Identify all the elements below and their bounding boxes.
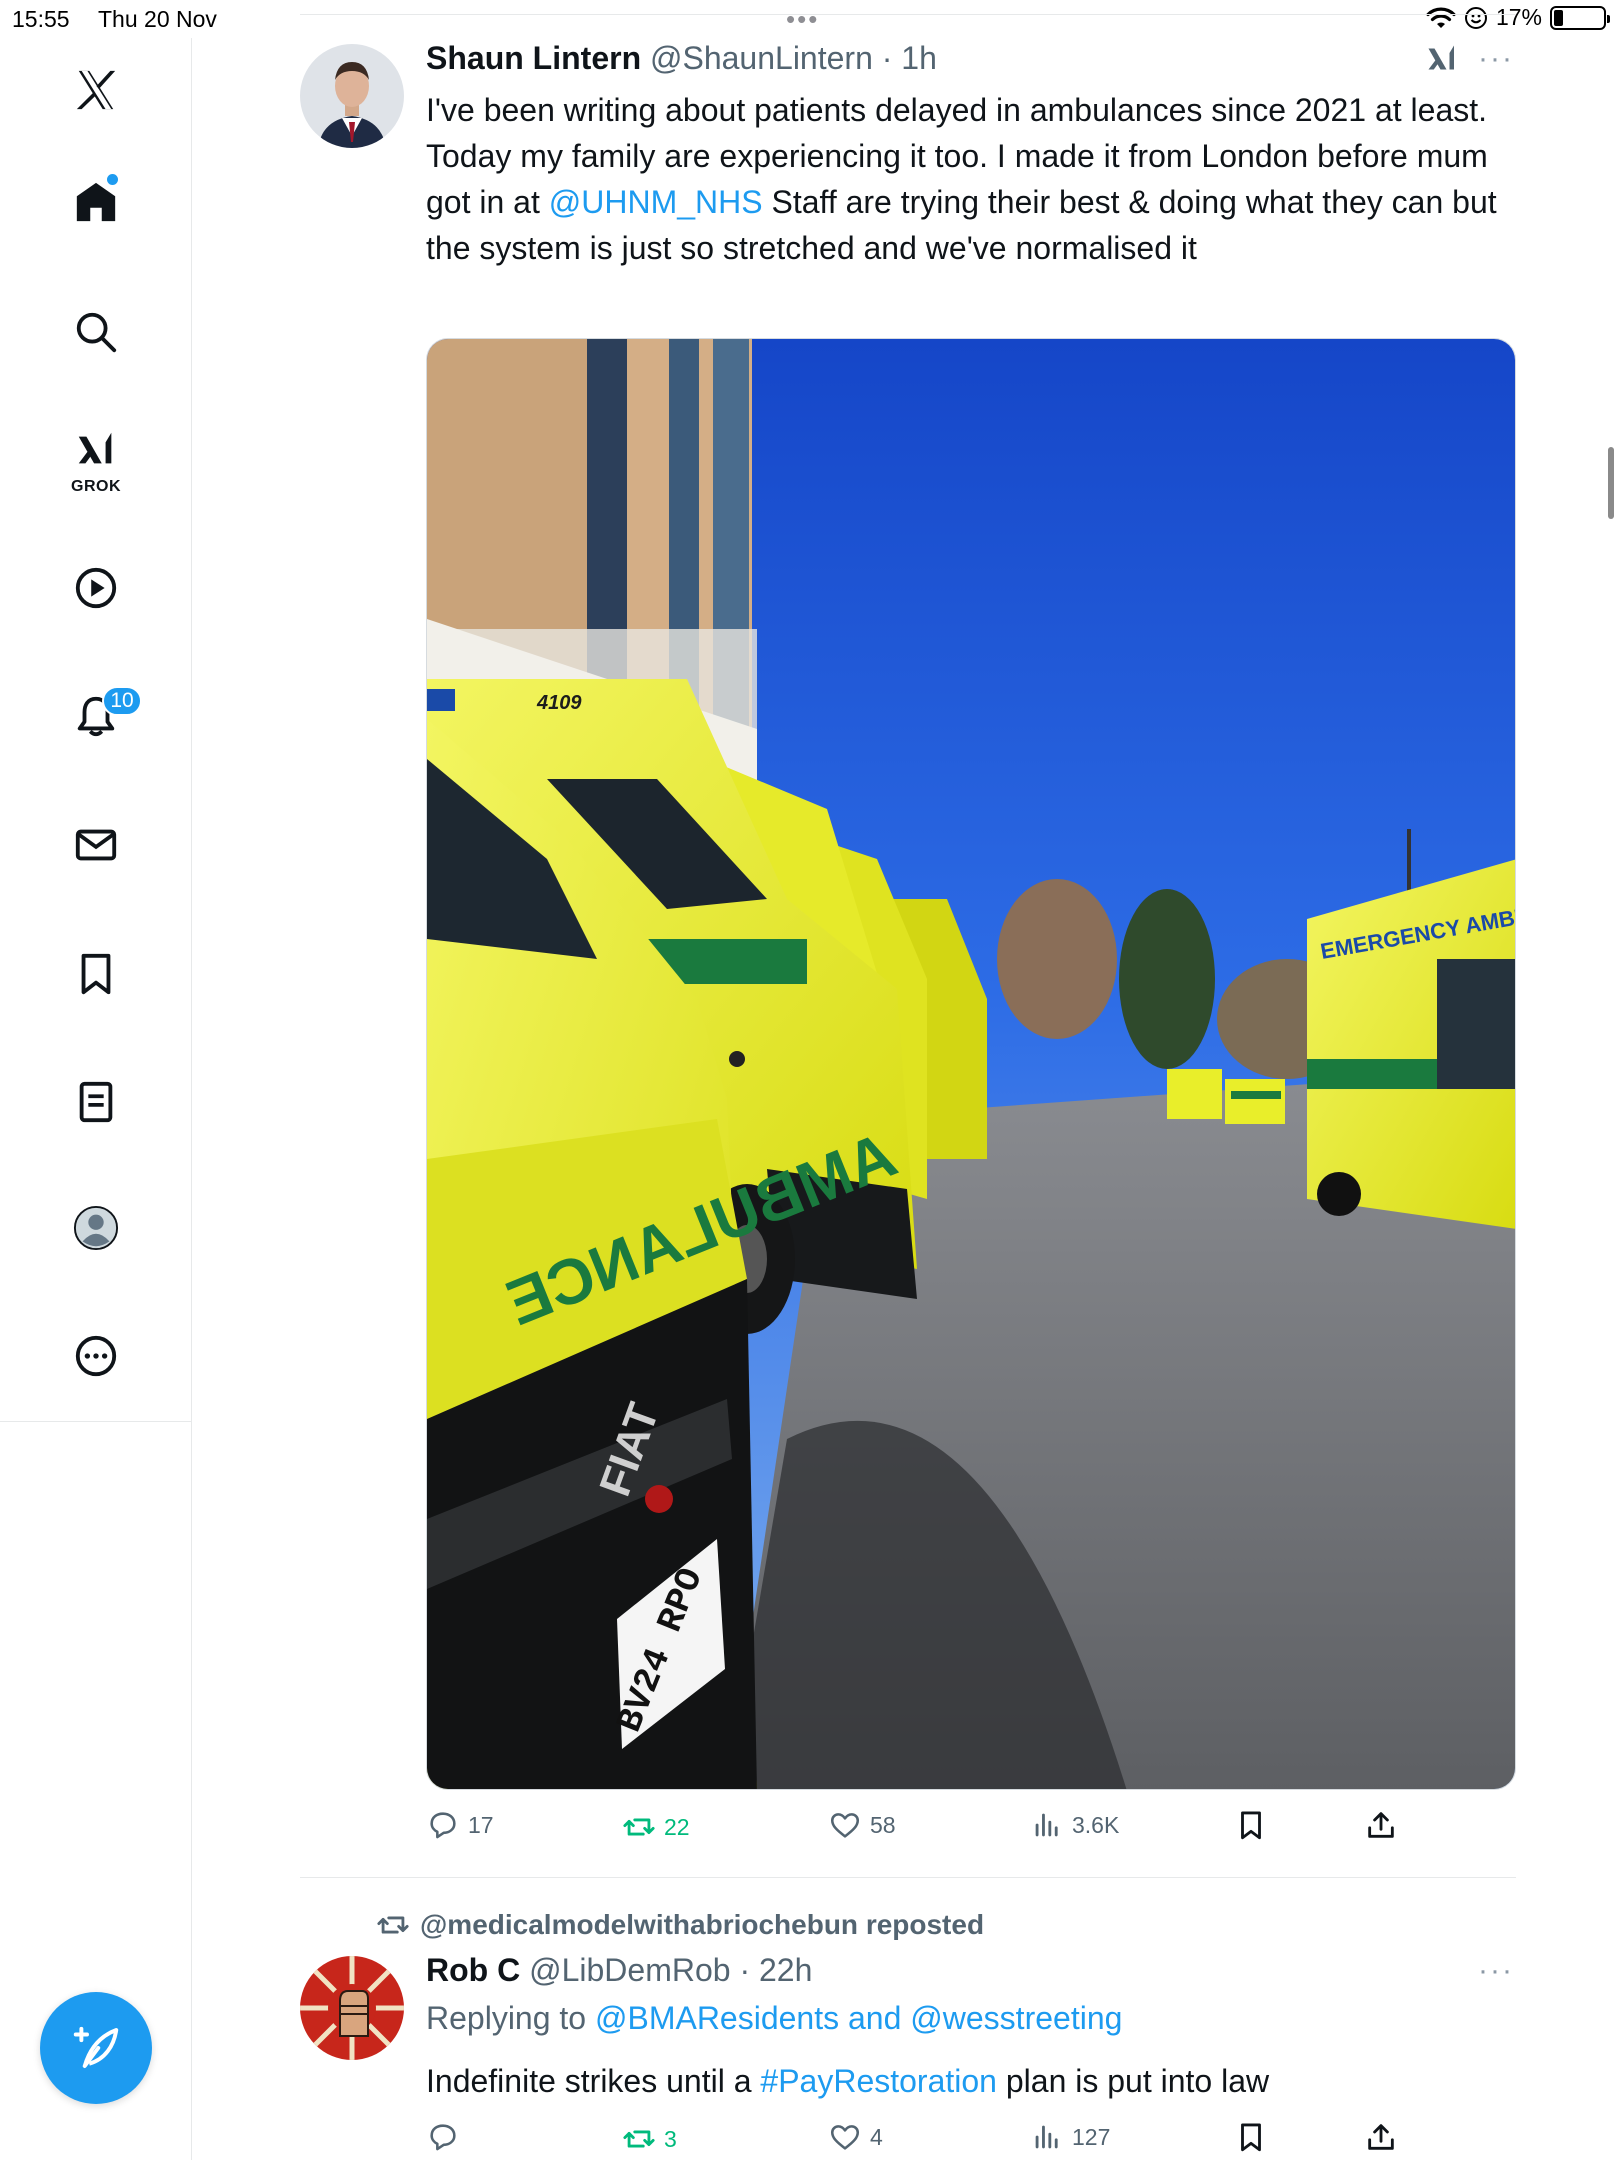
view-count: 3.6K — [1072, 1811, 1120, 1838]
more-options-icon[interactable] — [56, 1316, 136, 1396]
dot-separator: · — [730, 1952, 759, 1988]
repost-count: 22 — [664, 1813, 690, 1840]
tweet-text-part: Indefinite strikes until a — [426, 2063, 761, 2099]
tweet-time[interactable]: 1h — [901, 40, 937, 76]
tweet-actions: 3 4 127 — [426, 2120, 1516, 2160]
tweet-divider — [300, 1877, 1516, 1878]
author-name[interactable]: Shaun Lintern — [426, 40, 641, 76]
feather-plus-icon — [73, 2026, 119, 2068]
status-right: 17% — [1426, 4, 1610, 31]
reply-button[interactable]: 17 — [426, 1808, 494, 1842]
status-date: Thu 20 Nov — [98, 6, 217, 32]
status-bar: 15:55 Thu 20 Nov ••• 17% — [0, 0, 1620, 38]
battery-icon — [1550, 5, 1610, 30]
tweet-actions: 17 22 58 3.6K — [426, 1808, 1516, 1856]
feed-top-rule — [300, 14, 1516, 15]
bookmark-icon — [1241, 2123, 1261, 2152]
bookmark-button[interactable] — [1234, 2120, 1268, 2154]
tweet-time[interactable]: 22h — [759, 1952, 812, 1988]
status-time: 15:55 — [12, 6, 70, 32]
like-button[interactable]: 4 — [828, 2120, 883, 2154]
views-chart-icon — [1035, 1813, 1058, 1837]
lists-icon[interactable] — [56, 1062, 136, 1142]
replying-to-links[interactable]: @BMAResidents and @wesstreeting — [595, 2000, 1122, 2036]
reposted-by-label: @medicalmodelwithabriochebun reposted — [420, 1909, 985, 1940]
share-button[interactable] — [1364, 2120, 1398, 2154]
view-count: 127 — [1072, 2123, 1111, 2150]
heart-icon — [830, 1813, 860, 1838]
tweet-photo[interactable]: EMERGENCY AMBULANCE 4109 AMBULANCE FIAT … — [426, 338, 1516, 1790]
repost-context[interactable]: @medicalmodelwithabriochebun reposted — [376, 1908, 984, 1942]
reply-count: 17 — [468, 1811, 494, 1838]
video-icon[interactable] — [56, 548, 136, 628]
reply-icon — [430, 1812, 456, 1839]
repost-button[interactable]: 22 — [622, 1810, 690, 1844]
x-logo-icon[interactable] — [56, 50, 136, 130]
like-count: 58 — [870, 1811, 896, 1838]
author-handle[interactable]: @LibDemRob — [529, 1952, 730, 1988]
share-button[interactable] — [1364, 1808, 1398, 1842]
notifications-badge: 10 — [102, 686, 142, 716]
views-button[interactable]: 127 — [1030, 2120, 1110, 2154]
like-button[interactable]: 58 — [828, 1808, 896, 1842]
author-avatar[interactable] — [300, 1956, 404, 2060]
messages-icon[interactable] — [56, 805, 136, 885]
wifi-icon — [1426, 7, 1456, 28]
heart-icon — [830, 2125, 860, 2150]
reply-button[interactable] — [426, 2120, 468, 2154]
page-scrollbar[interactable] — [1608, 447, 1614, 519]
multitasking-dots-icon[interactable]: ••• — [786, 4, 819, 35]
replying-to-line: Replying to @BMAResidents and @wesstreet… — [426, 2000, 1122, 2037]
grok-label: GROK — [71, 478, 121, 495]
compose-post-button[interactable] — [40, 1992, 152, 2104]
reply-icon — [430, 2124, 456, 2151]
search-icon[interactable] — [56, 292, 136, 372]
tweet-more-icon[interactable]: ··· — [1478, 42, 1514, 76]
tweet-text: Indefinite strikes until a #PayRestorati… — [426, 2058, 1516, 2104]
tweet-more-icon[interactable]: ··· — [1478, 1954, 1514, 1988]
tweet-header: Shaun Lintern @ShaunLintern · 1h — [426, 40, 937, 77]
tweet-text: I've been writing about patients delayed… — [426, 87, 1516, 271]
repost-context-icon — [377, 1916, 409, 1934]
bookmarks-icon[interactable] — [56, 934, 136, 1014]
dot-separator: · — [872, 40, 902, 76]
views-chart-icon — [1035, 2125, 1058, 2149]
mention-link[interactable]: @UHNM_NHS — [549, 184, 763, 220]
tweet-header: Rob C @LibDemRob · 22h — [426, 1952, 812, 1989]
tweet-text-part: plan is put into law — [996, 2063, 1270, 2099]
share-icon — [1368, 1812, 1394, 1838]
hashtag-link[interactable]: #PayRestoration — [760, 2063, 997, 2099]
author-handle[interactable]: @ShaunLintern — [650, 40, 873, 76]
grok-explain-icon[interactable] — [1424, 40, 1460, 83]
home-notification-dot — [107, 174, 118, 185]
sidebar-divider — [0, 1421, 192, 1422]
home-icon[interactable] — [56, 162, 136, 242]
views-button[interactable]: 3.6K — [1030, 1808, 1119, 1842]
author-avatar[interactable] — [300, 44, 404, 148]
bookmark-button[interactable] — [1234, 1808, 1268, 1842]
replying-to-label: Replying to — [426, 2000, 595, 2036]
profile-avatar-icon[interactable] — [56, 1188, 136, 1268]
repost-count: 3 — [664, 2125, 677, 2152]
like-count: 4 — [870, 2123, 883, 2150]
repost-button[interactable]: 3 — [622, 2122, 677, 2156]
focus-mode-icon — [1464, 6, 1487, 29]
photo-vehicle-number: 4109 — [536, 692, 582, 714]
repost-icon — [623, 2130, 655, 2148]
share-icon — [1368, 2124, 1394, 2150]
repost-icon — [623, 1818, 655, 1836]
bookmark-icon — [1241, 1811, 1261, 1840]
author-name[interactable]: Rob C — [426, 1952, 520, 1988]
battery-percent: 17% — [1495, 4, 1542, 30]
